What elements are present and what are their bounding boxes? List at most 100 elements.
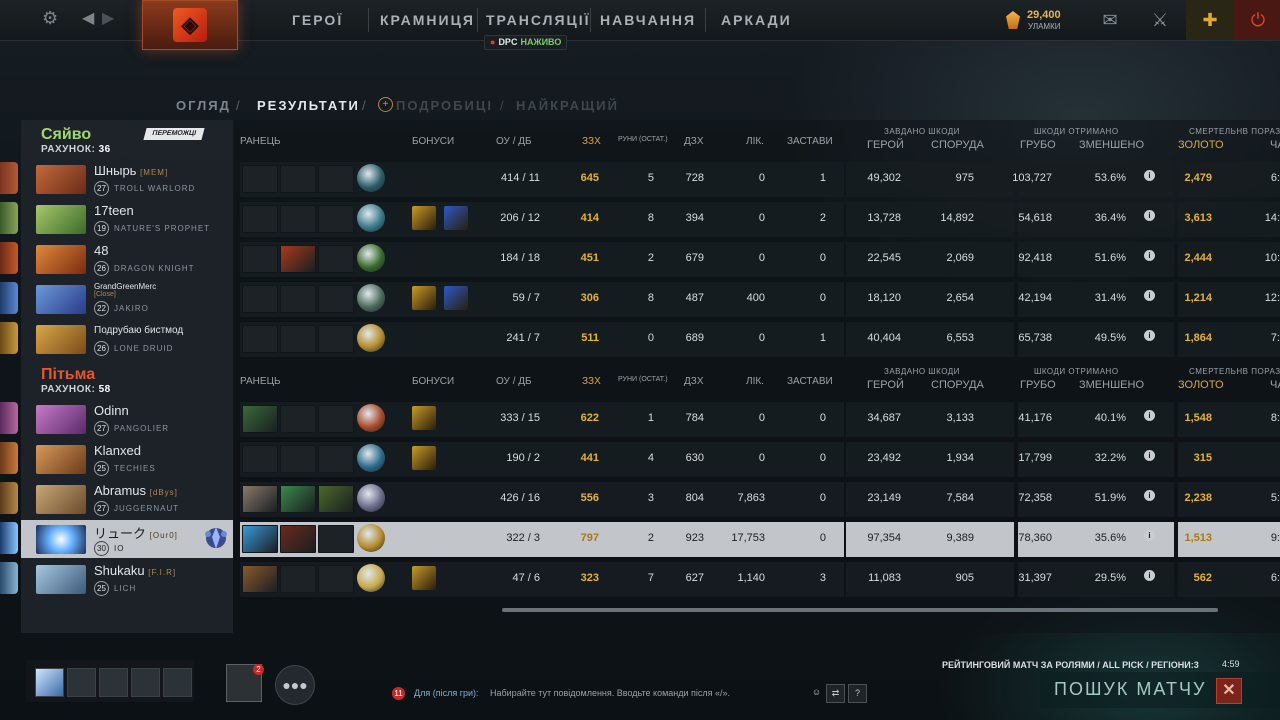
player-row[interactable]: Abramus [dBys] 27 JUGGERNAUT [21,480,233,518]
chat-help-button[interactable]: ? [848,684,867,703]
stats-row[interactable]: 59 / 7 306 8 487 400 0 18,120 2,654 42,194 31.4% 1… [234,280,1280,318]
neutral-item-icon[interactable] [357,404,385,432]
damage-info-icon[interactable]: i [1144,570,1155,581]
item-slot[interactable] [318,245,354,273]
party-slot-empty[interactable] [131,668,160,697]
mail-icon[interactable]: ✉ [1086,0,1134,40]
neutral-item-icon[interactable] [357,484,385,512]
stats-row[interactable]: 333 / 15 622 1 784 0 0 34,687 3,133 41,176 40.1% 1… [234,400,1280,438]
forward-arrow-icon[interactable]: ▶ [102,8,114,28]
tab-details[interactable]: ПОДРОБИЦІ [396,98,493,113]
nav-heroes[interactable]: ГЕРОЇ [292,12,343,28]
back-arrow-icon[interactable]: ◀ [82,8,94,28]
item-slot[interactable] [242,485,278,513]
item-slot[interactable] [318,485,354,513]
item-slot[interactable] [280,325,316,353]
item-slot[interactable] [242,525,278,553]
stats-row[interactable]: 206 / 12 414 8 394 0 2 13,728 14,892 54,618 36.4%… [234,200,1280,238]
chat-input[interactable]: Набирайте тут повідомлення. Вводьте кома… [490,688,730,698]
stats-row[interactable]: 47 / 6 323 7 627 1,140 3 11,083 905 31,397 29.5% 5… [234,560,1280,598]
dota-plus-icon[interactable]: ✚ [1186,0,1234,40]
damage-info-icon[interactable]: i [1144,410,1155,421]
damage-info-icon[interactable]: i [1144,490,1155,501]
stats-row-selected[interactable]: 322 / 3 797 2 923 17,753 0 97,354 9,389 78,360 35… [234,520,1280,558]
settings-gear-icon[interactable]: ⚙ [42,8,58,29]
player-row[interactable]: Шнырь [MEM] 27 TROLL WARLORD [21,160,233,198]
damage-info-icon[interactable]: i [1144,210,1155,221]
damage-info-icon[interactable]: i [1144,170,1155,181]
neutral-item-icon[interactable] [357,284,385,312]
power-icon[interactable]: ⏻ [1234,0,1280,40]
party-avatar-self[interactable] [35,668,64,697]
item-slot[interactable] [318,325,354,353]
dpc-live-badge[interactable]: ● DPC НАЖИВО [484,35,568,50]
item-slot[interactable] [318,165,354,193]
item-slot[interactable] [242,165,278,193]
player-row[interactable]: 48 26 DRAGON KNIGHT [21,240,233,278]
nav-learn[interactable]: НАВЧАННЯ [600,12,696,28]
damage-info-icon[interactable]: i [1144,290,1155,301]
item-slot[interactable] [280,285,316,313]
friends-icon[interactable]: ●●● [275,665,315,705]
tab-scoreboard[interactable]: РЕЗУЛЬТАТИ [257,98,360,113]
stats-row[interactable]: 190 / 2 441 4 630 0 0 23,492 1,934 17,799 32.2% 31… [234,440,1280,478]
emoticon-icon[interactable]: ☺ [808,684,825,701]
nav-arcade[interactable]: АРКАДИ [721,12,792,28]
dota-logo-button[interactable]: ◈ [142,0,238,50]
item-slot[interactable] [280,565,316,593]
tab-overview[interactable]: ОГЛЯД [176,98,231,113]
item-slot[interactable] [242,445,278,473]
neutral-item-icon[interactable] [357,444,385,472]
item-slot[interactable] [242,325,278,353]
item-slot[interactable] [242,245,278,273]
armory-icon[interactable]: ⚔ [1136,0,1184,40]
neutral-item-icon[interactable] [357,244,385,272]
party-slot-empty[interactable] [99,668,128,697]
player-row[interactable]: Подрубаю бистмод 26 LONE DRUID [21,320,233,358]
neutral-item-icon[interactable] [357,204,385,232]
tab-best[interactable]: НАЙКРАЩИЙ [516,98,619,113]
neutral-item-icon[interactable] [357,524,385,552]
player-row[interactable]: Shukaku [F.I.R] 25 LICH [21,560,233,598]
nav-watch[interactable]: ТРАНСЛЯЦІЇ [486,12,591,28]
item-slot[interactable] [242,205,278,233]
chat-wheel-icon[interactable]: ⇄ [826,684,845,703]
item-slot[interactable] [280,165,316,193]
player-row[interactable]: Odinn 27 PANGOLIER [21,400,233,438]
item-slot[interactable] [318,565,354,593]
item-slot[interactable] [318,405,354,433]
neutral-item-icon[interactable] [357,164,385,192]
item-slot[interactable] [242,565,278,593]
chat-channel-label[interactable]: Для (після гри): [414,688,479,698]
neutral-item-icon[interactable] [357,564,385,592]
horizontal-scrollbar[interactable] [502,608,1218,612]
damage-info-icon[interactable]: i [1144,330,1155,341]
damage-info-icon[interactable]: i [1144,250,1155,261]
stats-row[interactable]: 184 / 18 451 2 679 0 0 22,545 2,069 92,418 51.6% 2… [234,240,1280,278]
item-slot[interactable] [318,525,354,553]
neutral-item-icon[interactable] [357,324,385,352]
party-slot-empty[interactable] [67,668,96,697]
party-slot-empty[interactable] [163,668,192,697]
item-slot[interactable] [242,285,278,313]
item-slot[interactable] [318,445,354,473]
item-slot[interactable] [242,405,278,433]
item-slot[interactable] [280,525,316,553]
nav-store[interactable]: КРАМНИЦЯ [380,12,475,28]
item-slot[interactable] [280,445,316,473]
item-slot[interactable] [280,405,316,433]
item-slot[interactable] [318,205,354,233]
stats-row[interactable]: 426 / 16 556 3 804 7,863 0 23,149 7,584 72,358 51… [234,480,1280,518]
item-slot[interactable] [280,245,316,273]
item-slot[interactable] [280,485,316,513]
cancel-search-button[interactable]: ✕ [1216,678,1242,704]
damage-info-icon[interactable]: i [1144,450,1155,461]
item-slot[interactable] [280,205,316,233]
stats-row[interactable]: 414 / 11 645 5 728 0 1 49,302 975 103,727 53.6% 2,… [234,160,1280,198]
player-row[interactable]: 17teen 19 NATURE'S PROPHET [21,200,233,238]
item-slot[interactable] [318,285,354,313]
stats-row[interactable]: 241 / 7 511 0 689 0 1 40,404 6,553 65,738 49.5% 1,… [234,320,1280,358]
player-row[interactable]: GrandGreenMerc [Close] 22 JAKIRO [21,280,233,318]
player-row[interactable]: Klanxed 25 TECHIES [21,440,233,478]
damage-info-icon[interactable]: i [1144,530,1155,541]
